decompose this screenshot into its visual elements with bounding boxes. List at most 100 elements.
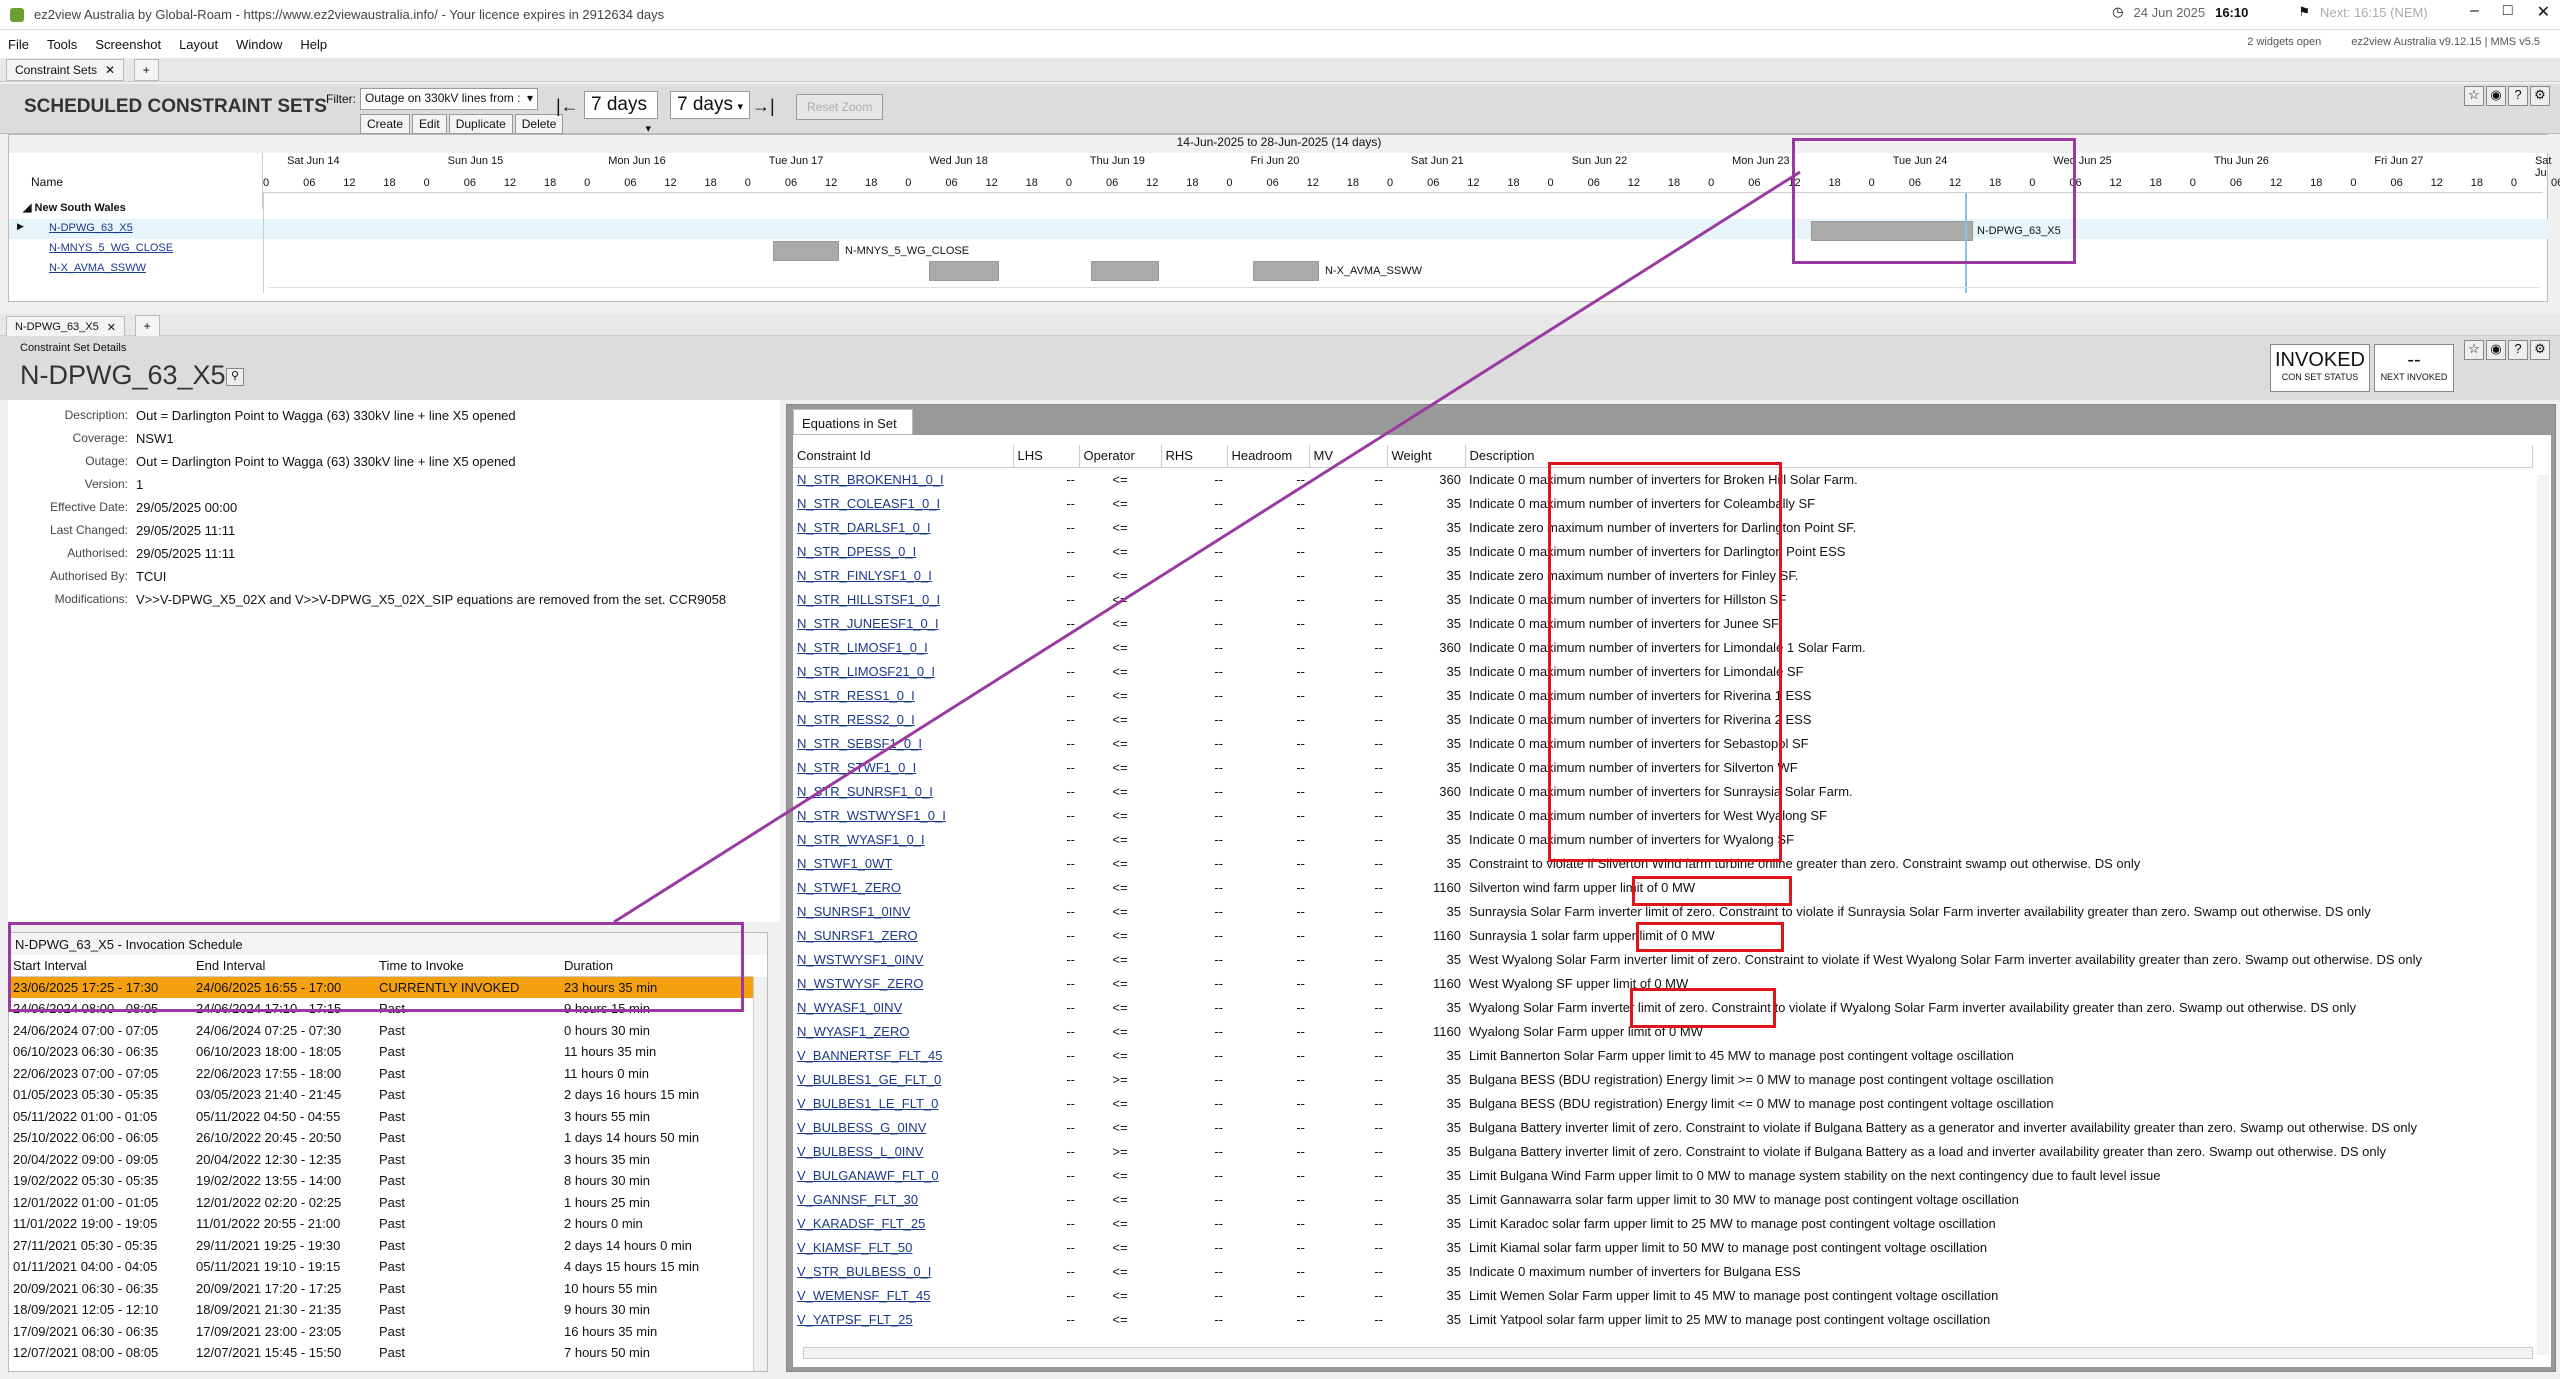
gantt-row-3[interactable]: N-X_AVMA_SSWW bbox=[49, 262, 146, 274]
constraint-id-link[interactable]: N_STR_SUNRSF1_0_I bbox=[793, 779, 1013, 803]
constraint-id-link[interactable]: V_WEMENSF_FLT_45 bbox=[793, 1283, 1013, 1307]
go-start-icon[interactable]: |← bbox=[556, 96, 579, 117]
constraint-id-link[interactable]: V_KIAMSF_FLT_50 bbox=[793, 1235, 1013, 1259]
constraint-id-link[interactable]: N_WYASF1_ZERO bbox=[793, 1019, 1013, 1043]
constraint-id-link[interactable]: N_STR_STWF1_0_I bbox=[793, 755, 1013, 779]
constraint-id-link[interactable]: V_BULBES1_LE_FLT_0 bbox=[793, 1091, 1013, 1115]
close-button[interactable]: ✕ bbox=[2537, 2, 2550, 22]
invocation-row[interactable]: 22/06/2023 07:00 - 07:05 22/06/2023 17:55… bbox=[9, 1063, 753, 1085]
constraint-id-link[interactable]: V_BULBES1_GE_FLT_0 bbox=[793, 1067, 1013, 1091]
invocation-row[interactable]: 19/02/2022 05:30 - 05:35 19/02/2022 13:55… bbox=[9, 1170, 753, 1192]
filter-select[interactable]: Outage on 330kV lines from : ▾ bbox=[360, 88, 538, 110]
constraint-id-link[interactable]: V_KARADSF_FLT_25 bbox=[793, 1211, 1013, 1235]
bar-avma-2[interactable] bbox=[1091, 261, 1159, 281]
constraint-id-link[interactable]: N_STR_RESS1_0_I bbox=[793, 683, 1013, 707]
gantt-row-2[interactable]: N-MNYS_5_WG_CLOSE bbox=[49, 242, 173, 254]
constraint-id-link[interactable]: V_STR_BULBESS_0_I bbox=[793, 1259, 1013, 1283]
equation-row[interactable]: V_BANNERTSF_FLT_45 -- <= -- -- -- 35 Limit Bann… bbox=[793, 1043, 2533, 1067]
tab-equations[interactable]: Equations in Set bbox=[793, 409, 913, 435]
invocation-row[interactable]: 24/06/2024 07:00 - 07:05 24/06/2024 07:25… bbox=[9, 1020, 753, 1042]
close-icon[interactable]: ✕ bbox=[107, 321, 116, 334]
equation-row[interactable]: V_BULBESS_G_0INV -- <= -- -- -- 35 Bulgana Batt… bbox=[793, 1115, 2533, 1139]
equations-v-scrollbar[interactable] bbox=[2537, 475, 2549, 1355]
help-icon[interactable]: ? bbox=[2508, 340, 2528, 360]
constraint-id-link[interactable]: N_STR_RESS2_0_I bbox=[793, 707, 1013, 731]
go-end-icon[interactable]: →| bbox=[752, 96, 775, 117]
camera-icon[interactable]: ◉ bbox=[2486, 86, 2506, 106]
col-mv[interactable]: MV bbox=[1309, 445, 1388, 467]
constraint-id-link[interactable]: N_WSTWYSF1_0INV bbox=[793, 947, 1013, 971]
bar-avma-1[interactable] bbox=[929, 261, 999, 281]
col-headroom[interactable]: Headroom bbox=[1227, 445, 1310, 467]
constraint-id-link[interactable]: V_BULBESS_G_0INV bbox=[793, 1115, 1013, 1139]
menu-window[interactable]: Window bbox=[236, 37, 282, 52]
constraint-id-link[interactable]: N_STR_DPESS_0_I bbox=[793, 539, 1013, 563]
constraint-id-link[interactable]: V_YATPSF_FLT_25 bbox=[793, 1307, 1013, 1331]
equations-h-scrollbar[interactable] bbox=[803, 1347, 2533, 1359]
constraint-id-link[interactable]: V_BANNERTSF_FLT_45 bbox=[793, 1043, 1013, 1067]
constraint-id-link[interactable]: N_STR_DARLSF1_0_I bbox=[793, 515, 1013, 539]
minimize-button[interactable]: – bbox=[2470, 2, 2479, 22]
bar-avma-3[interactable] bbox=[1253, 261, 1319, 281]
constraint-id-link[interactable]: N_STWF1_0WT bbox=[793, 851, 1013, 875]
menu-help[interactable]: Help bbox=[300, 37, 327, 52]
constraint-id-link[interactable]: N_STR_BROKENH1_0_I bbox=[793, 467, 1013, 491]
menu-tools[interactable]: Tools bbox=[47, 37, 77, 52]
constraint-id-link[interactable]: V_BULGANAWF_FLT_0 bbox=[793, 1163, 1013, 1187]
invocation-row[interactable]: 12/07/2021 08:00 - 08:05 12/07/2021 15:45… bbox=[9, 1342, 753, 1364]
invocation-row[interactable]: 01/11/2021 04:00 - 04:05 05/11/2021 19:10… bbox=[9, 1256, 753, 1278]
equation-row[interactable]: V_KARADSF_FLT_25 -- <= -- -- -- 35 Limit Karado… bbox=[793, 1211, 2533, 1235]
maximize-button[interactable]: □ bbox=[2503, 2, 2513, 22]
delete-button[interactable]: Delete bbox=[514, 114, 564, 134]
col-rhs[interactable]: RHS bbox=[1161, 445, 1228, 467]
equation-row[interactable]: V_BULBESS_L_0INV -- >= -- -- -- 35 Bulgana Batt… bbox=[793, 1139, 2533, 1163]
reset-zoom-button[interactable]: Reset Zoom bbox=[796, 94, 884, 120]
equation-row[interactable]: V_BULGANAWF_FLT_0 -- <= -- -- -- 35 Limit Bulga… bbox=[793, 1163, 2533, 1187]
invocation-row[interactable]: 05/11/2022 01:00 - 01:05 05/11/2022 04:50… bbox=[9, 1106, 753, 1128]
col-weight[interactable]: Weight bbox=[1387, 445, 1466, 467]
invocation-row[interactable]: 18/09/2021 12:05 - 12:10 18/09/2021 21:30… bbox=[9, 1299, 753, 1321]
col-operator[interactable]: Operator bbox=[1079, 445, 1162, 467]
invocation-scrollbar[interactable] bbox=[753, 977, 767, 1371]
add-tab-button[interactable]: + bbox=[133, 59, 159, 81]
duplicate-button[interactable]: Duplicate bbox=[448, 114, 513, 134]
edit-button[interactable]: Edit bbox=[412, 114, 447, 134]
star-icon[interactable]: ☆ bbox=[2464, 340, 2484, 360]
gantt-row-1[interactable]: N-DPWG_63_X5 bbox=[49, 222, 133, 234]
constraint-id-link[interactable]: N_STR_JUNEESF1_0_I bbox=[793, 611, 1013, 635]
equation-row[interactable]: V_STR_BULBESS_0_I -- <= -- -- -- 35 Indicate 0 … bbox=[793, 1259, 2533, 1283]
equation-row[interactable]: V_KIAMSF_FLT_50 -- <= -- -- -- 35 Limit Kiamal … bbox=[793, 1235, 2533, 1259]
constraint-id-link[interactable]: N_STR_FINLYSF1_0_I bbox=[793, 563, 1013, 587]
constraint-id-link[interactable]: N_SUNRSF1_ZERO bbox=[793, 923, 1013, 947]
invocation-row[interactable]: 12/01/2022 01:00 - 01:05 12/01/2022 02:20… bbox=[9, 1192, 753, 1214]
tab-dpwg[interactable]: N-DPWG_63_X5 ✕ bbox=[6, 316, 125, 338]
equation-row[interactable]: V_GANNSF_FLT_30 -- <= -- -- -- 35 Limit Gannawa… bbox=[793, 1187, 2533, 1211]
constraint-id-link[interactable]: N_STR_WSTWYSF1_0_I bbox=[793, 803, 1013, 827]
menu-layout[interactable]: Layout bbox=[179, 37, 218, 52]
gantt-h-scrollbar[interactable] bbox=[269, 287, 2539, 297]
invocation-row[interactable]: 06/10/2023 06:30 - 06:35 06/10/2023 18:00… bbox=[9, 1041, 753, 1063]
close-icon[interactable]: ✕ bbox=[105, 63, 115, 77]
gantt-row-selected[interactable] bbox=[9, 219, 2549, 239]
constraint-id-link[interactable]: N_SUNRSF1_0INV bbox=[793, 899, 1013, 923]
menu-screenshot[interactable]: Screenshot bbox=[95, 37, 161, 52]
menu-file[interactable]: File bbox=[8, 37, 29, 52]
col-lhs[interactable]: LHS bbox=[1013, 445, 1080, 467]
constraint-id-link[interactable]: N_STWF1_ZERO bbox=[793, 875, 1013, 899]
constraint-id-link[interactable]: N_STR_LIMOSF1_0_I bbox=[793, 635, 1013, 659]
invocation-row[interactable]: 20/04/2022 09:00 - 09:05 20/04/2022 12:30… bbox=[9, 1149, 753, 1171]
star-icon[interactable]: ☆ bbox=[2464, 86, 2484, 106]
tab-constraint-sets[interactable]: Constraint Sets ✕ bbox=[6, 59, 125, 81]
range-select-2[interactable]: 7 days ▾ bbox=[670, 91, 750, 119]
col-constraint-id[interactable]: Constraint Id bbox=[793, 445, 1014, 467]
constraint-id-link[interactable]: N_STR_LIMOSF21_0_I bbox=[793, 659, 1013, 683]
invocation-row[interactable]: 11/01/2022 19:00 - 19:05 11/01/2022 20:55… bbox=[9, 1213, 753, 1235]
constraint-id-link[interactable]: N_STR_COLEASF1_0_I bbox=[793, 491, 1013, 515]
invocation-row[interactable]: 27/11/2021 05:30 - 05:35 29/11/2021 19:25… bbox=[9, 1235, 753, 1257]
invocation-row[interactable]: 17/09/2021 06:30 - 06:35 17/09/2021 23:00… bbox=[9, 1321, 753, 1343]
constraint-id-link[interactable]: N_STR_HILLSTSF1_0_I bbox=[793, 587, 1013, 611]
equation-row[interactable]: V_BULBES1_LE_FLT_0 -- <= -- -- -- 35 Bulgana BE… bbox=[793, 1091, 2533, 1115]
range-select-1[interactable]: 7 days ▾ bbox=[584, 91, 658, 135]
settings-icon[interactable]: ⚙ bbox=[2530, 86, 2550, 106]
help-icon[interactable]: ? bbox=[2508, 86, 2528, 106]
